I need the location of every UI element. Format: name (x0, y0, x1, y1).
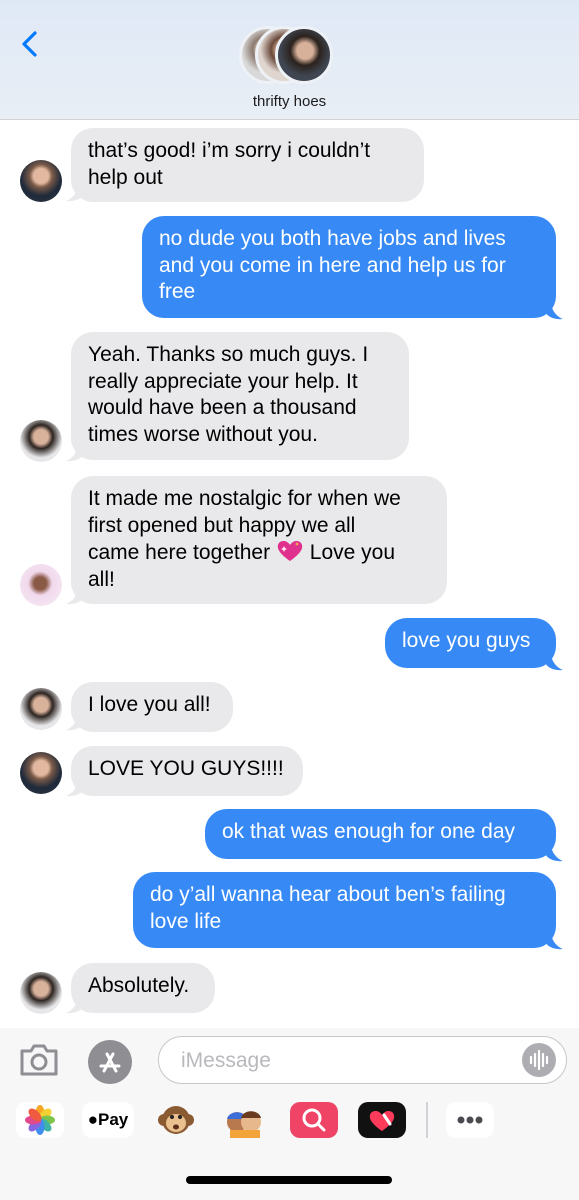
home-indicator[interactable] (186, 1176, 392, 1184)
animoji-app-button[interactable] (152, 1102, 200, 1138)
digital-touch-icon (369, 1111, 395, 1131)
outgoing-message-bubble[interactable]: ok that was enough for one day (205, 809, 556, 859)
camera-icon[interactable] (18, 1042, 60, 1078)
message-composer: iMessage ●Pay (0, 1028, 579, 1200)
image-search-icon (302, 1108, 326, 1132)
group-member-avatar (275, 26, 333, 84)
incoming-message-bubble[interactable]: I love you all! (71, 682, 233, 732)
group-name[interactable]: thrifty hoes (0, 93, 579, 110)
sender-avatar[interactable] (20, 564, 62, 606)
group-avatar-stack[interactable] (239, 26, 343, 86)
audio-message-button[interactable] (522, 1043, 556, 1077)
incoming-message-bubble[interactable]: Yeah. Thanks so much guys. I really appr… (71, 332, 409, 460)
incoming-message-bubble[interactable]: LOVE YOU GUYS!!!! (71, 746, 303, 796)
apple-pay-button[interactable]: ●Pay (82, 1102, 134, 1138)
outgoing-message-bubble[interactable]: love you guys (385, 618, 556, 668)
back-chevron-icon[interactable] (18, 30, 42, 58)
sender-avatar[interactable] (20, 752, 62, 794)
app-drawer: ●Pay (0, 1094, 579, 1154)
photos-app-button[interactable] (16, 1102, 64, 1138)
app-store-icon (99, 1052, 121, 1073)
conversation-header: thrifty hoes (0, 0, 579, 120)
drawer-divider (426, 1102, 428, 1138)
sender-avatar[interactable] (20, 420, 62, 462)
app-store-button[interactable] (88, 1040, 132, 1084)
outgoing-message-bubble[interactable]: no dude you both have jobs and lives and… (142, 216, 556, 318)
image-search-app-button[interactable] (290, 1102, 338, 1138)
memoji-app-button[interactable] (220, 1102, 268, 1138)
memoji-icon (227, 1111, 261, 1138)
apple-pay-label: ●Pay (82, 1110, 134, 1130)
sender-avatar[interactable] (20, 160, 62, 202)
more-icon (457, 1116, 483, 1124)
waveform-icon (529, 1049, 549, 1071)
incoming-message-bubble[interactable]: Absolutely. (71, 963, 215, 1013)
apple-logo-icon: ● (87, 1110, 99, 1129)
photos-icon (25, 1105, 55, 1135)
monkey-animoji-icon (158, 1106, 194, 1134)
outgoing-message-bubble[interactable]: do y’all wanna hear about ben’s failing … (133, 872, 556, 948)
sender-avatar[interactable] (20, 972, 62, 1014)
digital-touch-app-button[interactable] (358, 1102, 406, 1138)
imessage-input[interactable]: iMessage (158, 1036, 567, 1084)
more-apps-button[interactable] (446, 1102, 494, 1138)
sender-avatar[interactable] (20, 688, 62, 730)
incoming-message-bubble[interactable]: It made me nostalgic for when we first o… (71, 476, 447, 604)
incoming-message-bubble[interactable]: that’s good! i’m sorry i couldn’t help o… (71, 128, 424, 202)
sparkling-heart-emoji-icon (277, 541, 303, 561)
message-thread: that’s good! i’m sorry i couldn’t help o… (0, 120, 579, 1028)
input-placeholder: iMessage (181, 1049, 271, 1072)
pay-text: Pay (98, 1110, 129, 1129)
